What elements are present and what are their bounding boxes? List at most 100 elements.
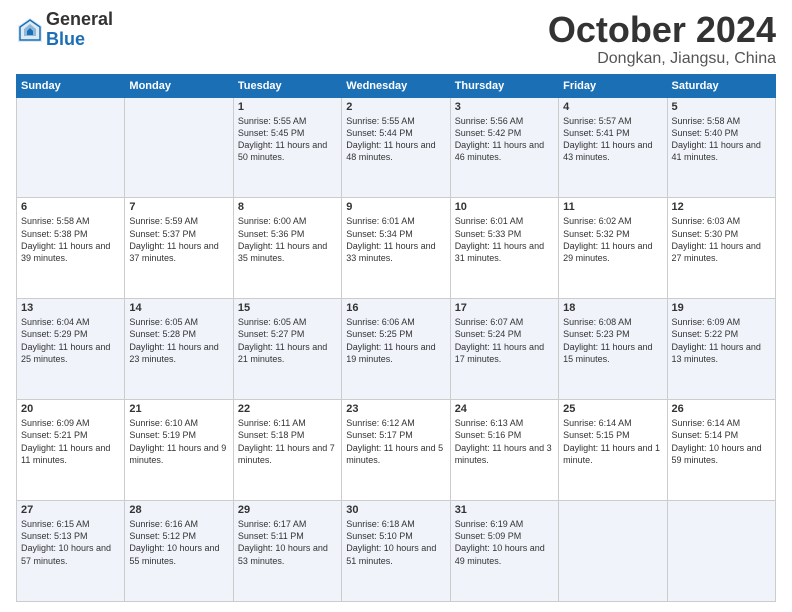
day-number: 25 [563, 403, 662, 415]
col-tuesday: Tuesday [233, 74, 341, 97]
day-number: 20 [21, 403, 120, 415]
week-row-3: 13Sunrise: 6:04 AMSunset: 5:29 PMDayligh… [17, 299, 776, 400]
calendar-cell [667, 501, 775, 602]
cell-info: Sunrise: 6:15 AMSunset: 5:13 PMDaylight:… [21, 518, 120, 567]
day-number: 26 [672, 403, 771, 415]
calendar-cell: 5Sunrise: 5:58 AMSunset: 5:40 PMDaylight… [667, 97, 775, 198]
day-number: 23 [346, 403, 445, 415]
calendar-cell: 21 Sunrise: 6:10 AMSunset: 5:19 PMDayligh… [125, 400, 233, 501]
cell-info: Sunrise: 5:55 AMSunset: 5:45 PMDaylight:… [238, 115, 337, 164]
col-wednesday: Wednesday [342, 74, 450, 97]
day-number: 21 [129, 403, 228, 415]
calendar-cell: 9 Sunrise: 6:01 AMSunset: 5:34 PMDaylight… [342, 198, 450, 299]
day-number: 17 [455, 302, 554, 314]
logo-text: General Blue [46, 10, 113, 50]
calendar-cell: 29 Sunrise: 6:17 AMSunset: 5:11 PMDayligh… [233, 501, 341, 602]
calendar-cell: 12 Sunrise: 6:03 AMSunset: 5:30 PMDayligh… [667, 198, 775, 299]
day-number: 11 [563, 201, 662, 213]
day-number: 2 [346, 101, 445, 113]
calendar-cell: 10 Sunrise: 6:01 AMSunset: 5:33 PMDayligh… [450, 198, 558, 299]
calendar-cell: 3Sunrise: 5:56 AMSunset: 5:42 PMDaylight… [450, 97, 558, 198]
calendar-cell [17, 97, 125, 198]
day-number: 31 [455, 504, 554, 516]
calendar-cell: 30Sunrise: 6:18 AMSunset: 5:10 PMDayligh… [342, 501, 450, 602]
cell-info: Sunrise: 6:06 AMSunset: 5:25 PMDaylight:… [346, 316, 445, 365]
day-number: 14 [129, 302, 228, 314]
cell-info: Sunrise: 6:05 AMSunset: 5:28 PMDaylight:… [129, 316, 228, 365]
logo-general-text: General [46, 10, 113, 30]
week-row-2: 6 Sunrise: 5:58 AMSunset: 5:38 PMDaylight… [17, 198, 776, 299]
logo: General Blue [16, 10, 113, 50]
cell-info: Sunrise: 6:18 AMSunset: 5:10 PMDaylight:… [346, 518, 445, 567]
day-number: 29 [238, 504, 337, 516]
calendar-cell: 7Sunrise: 5:59 AMSunset: 5:37 PMDaylight… [125, 198, 233, 299]
calendar-cell: 27 Sunrise: 6:15 AMSunset: 5:13 PMDayligh… [17, 501, 125, 602]
cell-info: Sunrise: 6:19 AMSunset: 5:09 PMDaylight:… [455, 518, 554, 567]
week-row-5: 27 Sunrise: 6:15 AMSunset: 5:13 PMDayligh… [17, 501, 776, 602]
month-title: October 2024 [548, 10, 776, 50]
calendar-cell: 28 Sunrise: 6:16 AMSunset: 5:12 PMDayligh… [125, 501, 233, 602]
cell-info: Sunrise: 6:01 AMSunset: 5:34 PMDaylight:… [346, 215, 445, 264]
cell-info: Sunrise: 6:17 AMSunset: 5:11 PMDaylight:… [238, 518, 337, 567]
page: General Blue October 2024 Dongkan, Jiang… [0, 0, 792, 612]
col-saturday: Saturday [667, 74, 775, 97]
calendar-cell: 22Sunrise: 6:11 AMSunset: 5:18 PMDayligh… [233, 400, 341, 501]
calendar-cell: 1 Sunrise: 5:55 AMSunset: 5:45 PMDaylight… [233, 97, 341, 198]
cell-info: Sunrise: 6:14 AMSunset: 5:15 PMDaylight:… [563, 417, 662, 466]
col-monday: Monday [125, 74, 233, 97]
calendar-cell [125, 97, 233, 198]
cell-info: Sunrise: 5:58 AMSunset: 5:40 PMDaylight:… [672, 115, 771, 164]
cell-info: Sunrise: 5:57 AMSunset: 5:41 PMDaylight:… [563, 115, 662, 164]
calendar-cell: 26Sunrise: 6:14 AMSunset: 5:14 PMDayligh… [667, 400, 775, 501]
calendar-cell: 20 Sunrise: 6:09 AMSunset: 5:21 PMDayligh… [17, 400, 125, 501]
cell-info: Sunrise: 6:00 AMSunset: 5:36 PMDaylight:… [238, 215, 337, 264]
calendar-table: Sunday Monday Tuesday Wednesday Thursday… [16, 74, 776, 602]
cell-info: Sunrise: 5:59 AMSunset: 5:37 PMDaylight:… [129, 215, 228, 264]
day-number: 28 [129, 504, 228, 516]
calendar-cell: 8 Sunrise: 6:00 AMSunset: 5:36 PMDaylight… [233, 198, 341, 299]
calendar-cell: 17 Sunrise: 6:07 AMSunset: 5:24 PMDayligh… [450, 299, 558, 400]
day-number: 8 [238, 201, 337, 213]
calendar-cell: 2 Sunrise: 5:55 AMSunset: 5:44 PMDaylight… [342, 97, 450, 198]
calendar-cell: 11 Sunrise: 6:02 AMSunset: 5:32 PMDayligh… [559, 198, 667, 299]
col-sunday: Sunday [17, 74, 125, 97]
day-number: 15 [238, 302, 337, 314]
day-number: 12 [672, 201, 771, 213]
cell-info: Sunrise: 6:10 AMSunset: 5:19 PMDaylight:… [129, 417, 228, 466]
day-number: 24 [455, 403, 554, 415]
calendar-cell: 14 Sunrise: 6:05 AMSunset: 5:28 PMDayligh… [125, 299, 233, 400]
cell-info: Sunrise: 6:04 AMSunset: 5:29 PMDaylight:… [21, 316, 120, 365]
calendar-cell: 18Sunrise: 6:08 AMSunset: 5:23 PMDayligh… [559, 299, 667, 400]
cell-info: Sunrise: 6:11 AMSunset: 5:18 PMDaylight:… [238, 417, 337, 466]
cell-info: Sunrise: 6:03 AMSunset: 5:30 PMDaylight:… [672, 215, 771, 264]
calendar-cell: 25 Sunrise: 6:14 AMSunset: 5:15 PMDayligh… [559, 400, 667, 501]
header: General Blue October 2024 Dongkan, Jiang… [16, 10, 776, 68]
day-number: 6 [21, 201, 120, 213]
cell-info: Sunrise: 6:05 AMSunset: 5:27 PMDaylight:… [238, 316, 337, 365]
day-number: 19 [672, 302, 771, 314]
cell-info: Sunrise: 6:07 AMSunset: 5:24 PMDaylight:… [455, 316, 554, 365]
day-number: 1 [238, 101, 337, 113]
cell-info: Sunrise: 5:58 AMSunset: 5:38 PMDaylight:… [21, 215, 120, 264]
calendar-cell: 13Sunrise: 6:04 AMSunset: 5:29 PMDayligh… [17, 299, 125, 400]
cell-info: Sunrise: 6:09 AMSunset: 5:21 PMDaylight:… [21, 417, 120, 466]
calendar-cell: 23Sunrise: 6:12 AMSunset: 5:17 PMDayligh… [342, 400, 450, 501]
day-number: 4 [563, 101, 662, 113]
cell-info: Sunrise: 6:01 AMSunset: 5:33 PMDaylight:… [455, 215, 554, 264]
day-number: 16 [346, 302, 445, 314]
location: Dongkan, Jiangsu, China [548, 50, 776, 68]
cell-info: Sunrise: 6:16 AMSunset: 5:12 PMDaylight:… [129, 518, 228, 567]
col-friday: Friday [559, 74, 667, 97]
header-row: Sunday Monday Tuesday Wednesday Thursday… [17, 74, 776, 97]
day-number: 9 [346, 201, 445, 213]
day-number: 27 [21, 504, 120, 516]
title-block: October 2024 Dongkan, Jiangsu, China [548, 10, 776, 68]
calendar-cell: 16 Sunrise: 6:06 AMSunset: 5:25 PMDayligh… [342, 299, 450, 400]
calendar-cell [559, 501, 667, 602]
calendar-cell: 31 Sunrise: 6:19 AMSunset: 5:09 PMDayligh… [450, 501, 558, 602]
logo-blue-text: Blue [46, 30, 113, 50]
cell-info: Sunrise: 6:02 AMSunset: 5:32 PMDaylight:… [563, 215, 662, 264]
day-number: 10 [455, 201, 554, 213]
calendar-cell: 4 Sunrise: 5:57 AMSunset: 5:41 PMDaylight… [559, 97, 667, 198]
cell-info: Sunrise: 5:55 AMSunset: 5:44 PMDaylight:… [346, 115, 445, 164]
